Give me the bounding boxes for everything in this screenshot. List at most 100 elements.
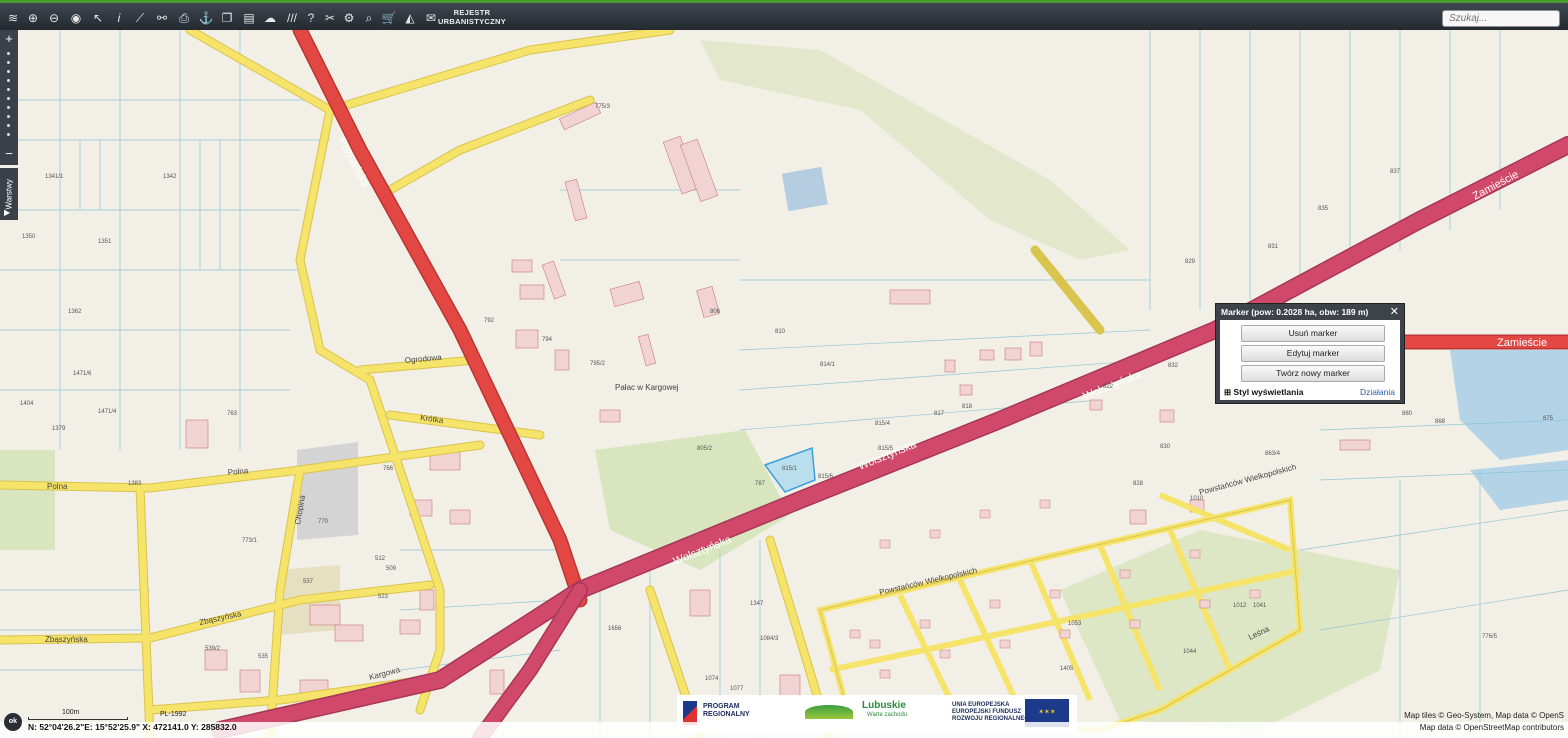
lubuskie-tagline: Warte zachodu bbox=[867, 712, 908, 718]
actions-link[interactable]: Działania bbox=[1360, 387, 1395, 397]
svg-text:1656: 1656 bbox=[608, 626, 622, 632]
zoom-level-dot[interactable] bbox=[7, 115, 10, 118]
zoom-in-icon[interactable]: ⊕ bbox=[24, 9, 42, 27]
copy-icon[interactable]: ❐ bbox=[218, 9, 236, 27]
top-toolbar: ≋ ⊕ ⊖ ◉ ↖ i ⟋ ⚯ ⎙ ⚓ ❐ ▤ ☁ /// ? ✂ ⚙ ⌕ 🛒 … bbox=[0, 0, 1568, 30]
program-label: PROGRAM REGIONALNY bbox=[703, 703, 750, 719]
svg-text:795/2: 795/2 bbox=[590, 361, 606, 367]
svg-text:817: 817 bbox=[934, 411, 945, 417]
expand-plus-icon: ⊞ bbox=[1224, 387, 1232, 397]
compass-icon[interactable]: ◭ bbox=[401, 9, 419, 27]
label-palace: Pałac w Kargowej bbox=[615, 383, 679, 392]
expand-arrow-icon: ▶ bbox=[4, 208, 11, 217]
popup-title: Marker (pow: 0.2028 ha, obw: 189 m) bbox=[1221, 307, 1369, 317]
attribution-osm[interactable]: Map data © OpenStreetMap contributors bbox=[1420, 723, 1564, 732]
svg-text:1347: 1347 bbox=[750, 601, 764, 607]
lubuskie-name: Lubuskie bbox=[862, 700, 906, 711]
coordinates-readout: N: 52°04'26.2"E: 15°52'25.9" X: 472141.0… bbox=[28, 722, 237, 732]
hatching-icon[interactable]: /// bbox=[283, 9, 301, 27]
display-style-toggle[interactable]: ⊞ Styl wyświetlania bbox=[1224, 387, 1303, 398]
zoom-level-dot[interactable] bbox=[7, 52, 10, 55]
zoom-level-dot[interactable] bbox=[7, 133, 10, 136]
zoom-level-dot[interactable] bbox=[7, 70, 10, 73]
anchor-icon[interactable]: ⚓ bbox=[197, 9, 215, 27]
svg-text:763: 763 bbox=[227, 411, 238, 417]
eu-line-1: UNIA EUROPEJSKA bbox=[952, 702, 1010, 708]
new-marker-button[interactable]: Twórz nowy marker bbox=[1241, 365, 1385, 382]
link-icon[interactable]: ⚯ bbox=[153, 9, 171, 27]
zoom-out-button[interactable]: − bbox=[0, 147, 18, 161]
registry-label-1: REJESTR bbox=[453, 8, 491, 17]
water-tank bbox=[781, 166, 828, 212]
svg-text:773/1: 773/1 bbox=[242, 538, 258, 544]
svg-text:832: 832 bbox=[1168, 363, 1179, 369]
popup-body: Usuń marker Edytuj marker Twórz nowy mar… bbox=[1220, 320, 1400, 400]
svg-text:810: 810 bbox=[775, 329, 786, 335]
attribution-tiles[interactable]: Map tiles © Geo-System, Map data © OpenS bbox=[1404, 711, 1564, 720]
svg-text:1074: 1074 bbox=[705, 676, 719, 682]
measure-line-icon[interactable]: ⟋ bbox=[131, 9, 149, 27]
svg-text:805/2: 805/2 bbox=[697, 446, 713, 452]
magnifier-icon[interactable]: ⌕ bbox=[360, 9, 378, 27]
svg-text:1379: 1379 bbox=[52, 426, 66, 432]
svg-text:776/5: 776/5 bbox=[1482, 634, 1498, 640]
select-arrow-icon[interactable]: ↖ bbox=[89, 9, 107, 27]
scale-bar-line bbox=[28, 717, 128, 720]
layers-tab[interactable]: Warstwy ▶ bbox=[0, 168, 18, 220]
zoom-level-dot[interactable] bbox=[7, 79, 10, 82]
program-line-2: REGIONALNY bbox=[703, 711, 750, 718]
ok-button[interactable]: ok bbox=[4, 713, 22, 731]
zoom-level-dot[interactable] bbox=[7, 124, 10, 127]
svg-text:1084/3: 1084/3 bbox=[760, 636, 779, 642]
svg-text:1404: 1404 bbox=[20, 401, 34, 407]
svg-text:523: 523 bbox=[378, 594, 389, 600]
zoom-panel: + − bbox=[0, 30, 18, 165]
print-icon[interactable]: ⎙ bbox=[175, 9, 193, 27]
svg-text:830: 830 bbox=[1160, 444, 1171, 450]
lubuskie-logo-icon bbox=[805, 705, 853, 719]
search-input[interactable] bbox=[1442, 10, 1560, 27]
svg-text:831: 831 bbox=[1268, 244, 1279, 250]
layers-icon[interactable]: ≋ bbox=[4, 9, 22, 27]
zoom-level-dot[interactable] bbox=[7, 97, 10, 100]
delete-marker-button[interactable]: Usuń marker bbox=[1241, 325, 1385, 342]
urban-registry-button[interactable]: REJESTR URBANISTYCZNY bbox=[436, 8, 508, 26]
svg-text:787: 787 bbox=[755, 481, 766, 487]
svg-text:814/1: 814/1 bbox=[820, 362, 836, 368]
info-icon[interactable]: i bbox=[110, 9, 128, 27]
zoom-out-icon[interactable]: ⊖ bbox=[45, 9, 63, 27]
svg-text:1341/1: 1341/1 bbox=[45, 174, 64, 180]
zoom-level-dot[interactable] bbox=[7, 61, 10, 64]
ruler-icon[interactable]: ✂ bbox=[321, 9, 339, 27]
cart-icon[interactable]: 🛒 bbox=[380, 9, 398, 27]
svg-text:1350: 1350 bbox=[22, 234, 36, 240]
green-west bbox=[0, 450, 55, 550]
svg-text:775/3: 775/3 bbox=[595, 104, 611, 110]
help-icon[interactable]: ? bbox=[302, 9, 320, 27]
svg-text:535: 535 bbox=[258, 654, 269, 660]
svg-text:837: 837 bbox=[1390, 169, 1401, 175]
text-area-icon[interactable]: ▤ bbox=[240, 9, 258, 27]
svg-text:1471/4: 1471/4 bbox=[98, 409, 117, 415]
svg-text:1405: 1405 bbox=[1060, 666, 1074, 672]
zoom-level-dot[interactable] bbox=[7, 106, 10, 109]
svg-text:537: 537 bbox=[303, 579, 314, 585]
settings-icon[interactable]: ⚙ bbox=[340, 9, 358, 27]
label-zamiescie-2: Zamieście bbox=[1497, 337, 1547, 349]
full-extent-icon[interactable]: ◉ bbox=[67, 9, 85, 27]
zoom-level-dot[interactable] bbox=[7, 88, 10, 91]
svg-text:509: 509 bbox=[386, 566, 397, 572]
svg-text:1053: 1053 bbox=[1068, 621, 1082, 627]
close-icon[interactable]: ✕ bbox=[1390, 305, 1399, 318]
bubble-icon[interactable]: ☁ bbox=[261, 9, 279, 27]
label-polna-2: Polna bbox=[47, 482, 68, 491]
svg-text:792: 792 bbox=[484, 318, 495, 324]
svg-text:1010: 1010 bbox=[1190, 496, 1204, 502]
crs-label: PL-1992 bbox=[160, 711, 187, 718]
edit-marker-button[interactable]: Edytuj marker bbox=[1241, 345, 1385, 362]
zoom-in-button[interactable]: + bbox=[0, 32, 18, 46]
svg-text:766: 766 bbox=[383, 466, 394, 472]
svg-text:1044: 1044 bbox=[1183, 649, 1197, 655]
svg-text:512: 512 bbox=[375, 556, 386, 562]
svg-text:828: 828 bbox=[1133, 481, 1144, 487]
